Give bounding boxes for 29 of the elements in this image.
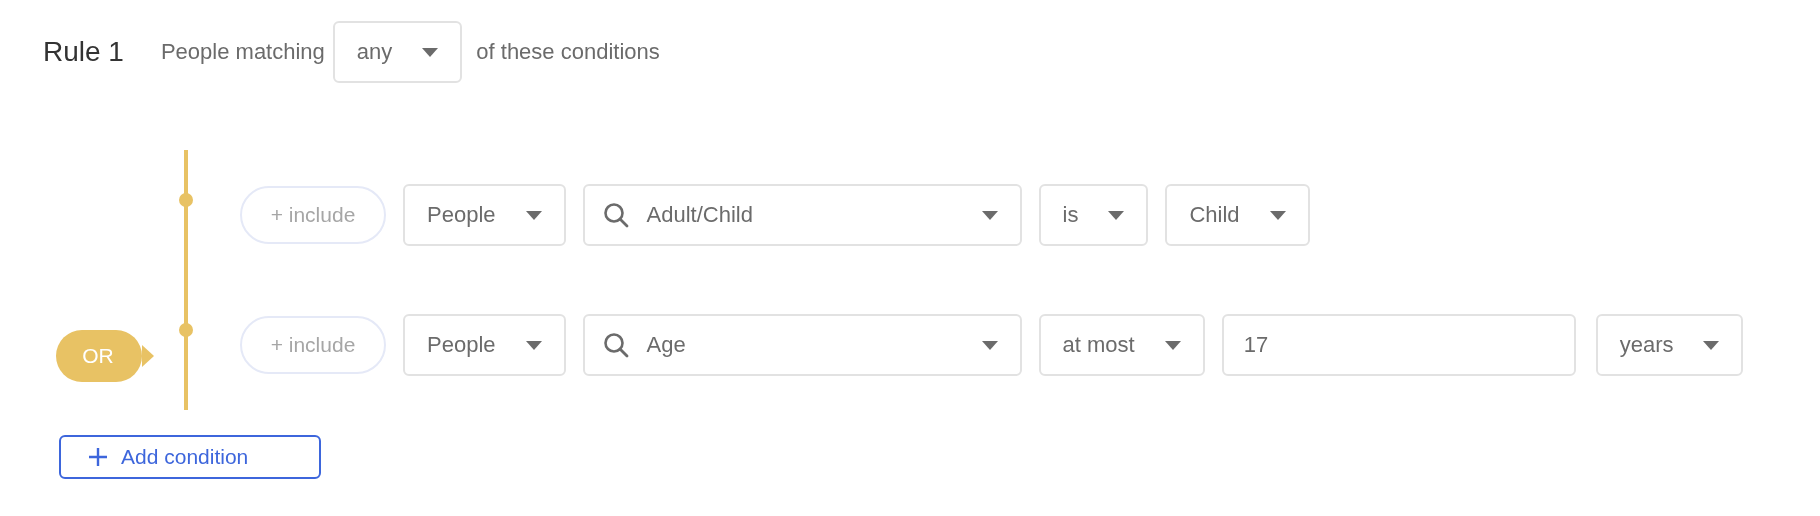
plus-icon [89, 448, 107, 466]
dropdown[interactable]: years [1595, 314, 1744, 376]
caret-icon [525, 210, 542, 220]
add-condition-button[interactable]: Add condition [59, 435, 321, 479]
dropdown[interactable]: Child [1165, 184, 1310, 246]
caret-icon [525, 340, 542, 350]
rule-title: Rule 1 [43, 36, 124, 68]
dropdown[interactable]: is [1038, 184, 1149, 246]
timeline-dot [179, 193, 193, 207]
caret-icon [981, 340, 998, 350]
caret-icon [981, 210, 998, 220]
search-field[interactable]: Age [582, 314, 1022, 376]
dropdown[interactable]: People [403, 314, 566, 376]
match-dropdown[interactable]: any [332, 21, 463, 83]
caret-icon [1108, 210, 1125, 220]
caret-icon [1269, 210, 1286, 220]
caret-icon [422, 47, 439, 57]
search-icon [602, 202, 629, 228]
dropdown[interactable]: at most [1038, 314, 1205, 376]
dropdown[interactable]: People [403, 184, 566, 246]
value-field[interactable]: 17 [1221, 314, 1576, 376]
timeline-dot [179, 323, 193, 337]
caret-icon [1703, 340, 1720, 350]
or-badge: OR [56, 329, 154, 382]
header-text: of these conditions [476, 39, 660, 65]
caret-icon [1164, 340, 1181, 350]
header-text: People matching [160, 39, 325, 65]
search-icon [602, 332, 629, 358]
search-field[interactable]: Adult/Child [582, 184, 1022, 246]
